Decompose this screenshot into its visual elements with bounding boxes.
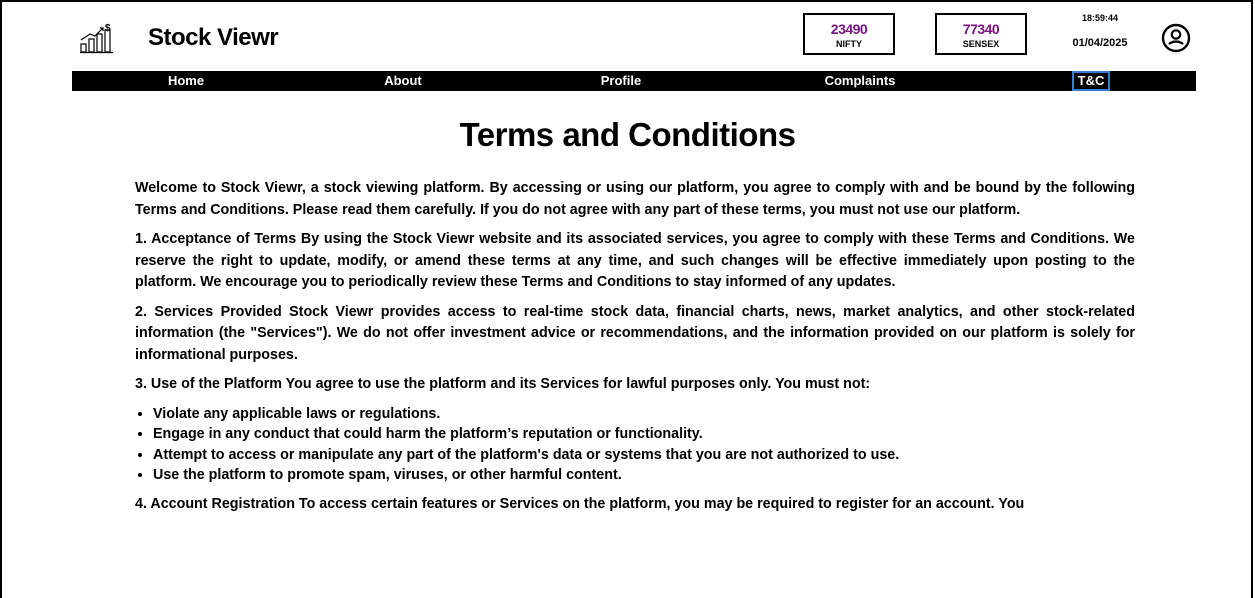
ticker-value: 77340 [962,21,1000,37]
section-services: 2. Services Provided Stock Viewr provide… [135,303,1135,363]
section-account: 4. Account Registration To access certai… [135,495,1025,512]
nav-about[interactable]: About [378,71,428,91]
list-item: Engage in any conduct that could harm th… [153,424,1135,445]
nav-terms[interactable]: T&C [1072,71,1110,91]
section-acceptance: 1. Acceptance of Terms By using the Stoc… [135,231,1135,290]
ticker-label: NIFTY [836,39,862,49]
nav-complaints[interactable]: Complaints [818,71,902,91]
page-title: Terms and Conditions [459,116,796,153]
header: $ Stock Viewr 23490 NIFTY 77340 SENSEX 1… [0,0,1255,70]
clock: 18:59:44 01/04/2025 [1062,13,1138,49]
list-item: Use the platform to promote spam, viruse… [153,465,1135,486]
section-use: 3. Use of the Platform You agree to use … [135,376,871,392]
terms-content: Welcome to Stock Viewr, a stock viewing … [135,178,1135,523]
intro-paragraph: Welcome to Stock Viewr, a stock viewing … [135,180,1135,218]
ticker-sensex: 77340 SENSEX [935,13,1027,55]
ticker-label: SENSEX [962,39,1000,49]
svg-text:$: $ [105,23,111,34]
list-item: Attempt to access or manipulate any part… [153,445,1135,466]
prohibited-list: Violate any applicable laws or regulatio… [135,404,1135,486]
clock-date: 01/04/2025 [1072,37,1128,49]
list-item: Violate any applicable laws or regulatio… [153,404,1135,425]
main-nav: Home About Profile Complaints T&C [72,71,1196,91]
brand-name: Stock Viewr [148,24,279,51]
user-circle-icon[interactable] [1160,22,1192,54]
clock-time: 18:59:44 [1081,13,1119,23]
ticker-value: 23490 [830,21,868,37]
nav-home[interactable]: Home [164,71,208,91]
nav-profile[interactable]: Profile [596,71,646,91]
ticker-nifty: 23490 NIFTY [803,13,895,55]
stock-chart-dollar-icon: $ [80,23,113,54]
